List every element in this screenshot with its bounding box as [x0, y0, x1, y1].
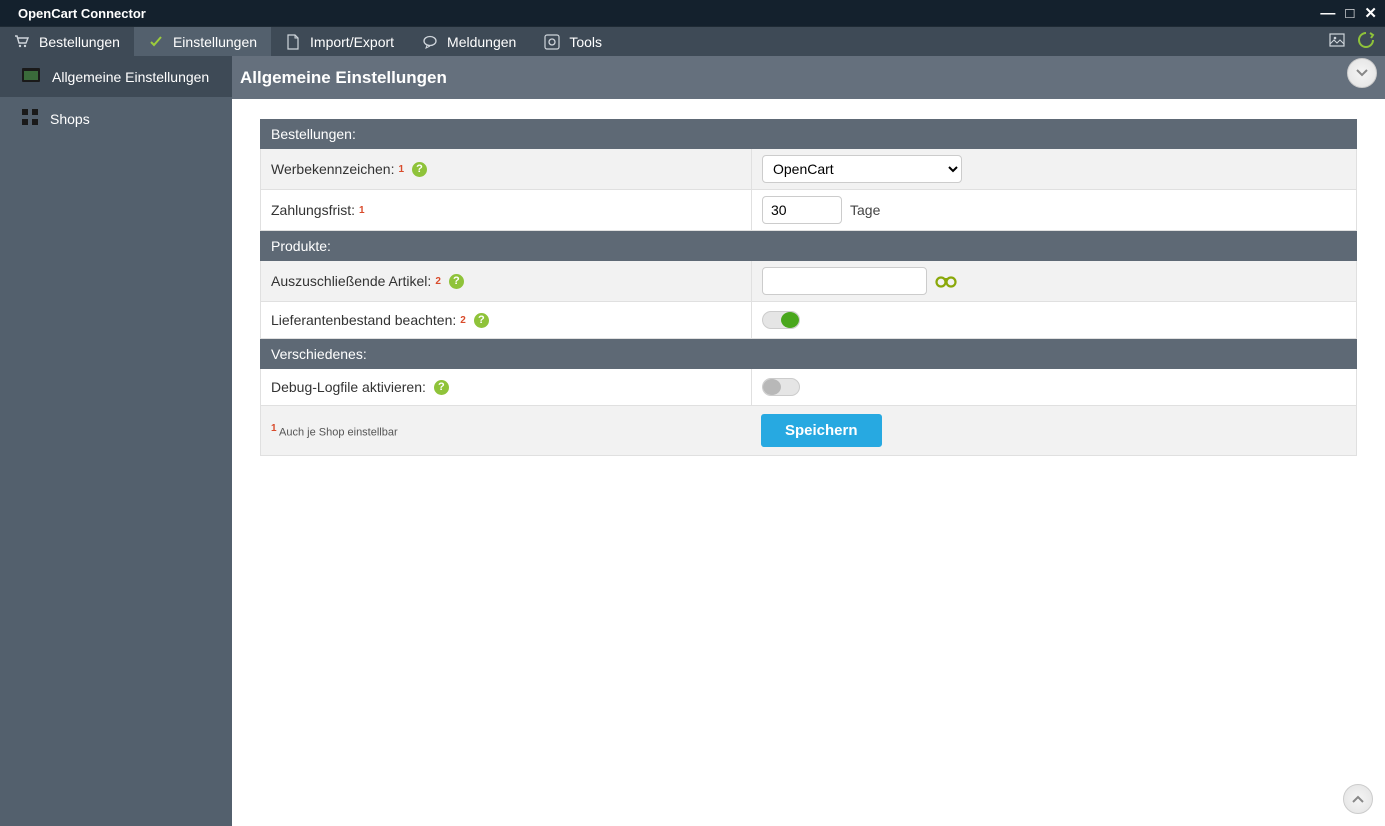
menu-label: Tools — [569, 34, 602, 50]
save-button[interactable]: Speichern — [761, 414, 882, 447]
collapse-button[interactable] — [1347, 58, 1377, 88]
paymentdue-input[interactable] — [762, 196, 842, 224]
footer-row: 1 Auch je Shop einstellbar Speichern — [260, 406, 1357, 456]
section-products-heading: Produkte: — [260, 231, 1357, 261]
menu-label: Bestellungen — [39, 34, 120, 50]
label-paymentdue: Zahlungsfrist:1 — [261, 190, 751, 230]
help-icon[interactable]: ? — [434, 380, 449, 395]
exclude-input[interactable] — [762, 267, 927, 295]
sidebar-item-general[interactable]: Allgemeine Einstellungen — [0, 56, 232, 97]
footnote-text: 1 Auch je Shop einstellbar — [271, 423, 761, 439]
sidebar: Allgemeine Einstellungen Shops — [0, 56, 232, 826]
chat-icon — [422, 34, 438, 50]
label-adcode: Werbekennzeichen: 1 ? — [261, 149, 751, 189]
debug-toggle[interactable] — [762, 378, 800, 396]
help-icon[interactable]: ? — [474, 313, 489, 328]
menu-label: Meldungen — [447, 34, 516, 50]
window-controls: — □ ✕ — [1320, 4, 1377, 22]
cart-icon — [14, 34, 30, 50]
maximize-icon[interactable]: □ — [1345, 5, 1354, 22]
section-orders-heading: Bestellungen: — [260, 119, 1357, 149]
footnote-1: 1 — [398, 164, 404, 175]
menu-importexport[interactable]: Import/Export — [271, 27, 408, 56]
menu-messages[interactable]: Meldungen — [408, 27, 530, 56]
window-title: OpenCart Connector — [18, 6, 146, 21]
close-icon[interactable]: ✕ — [1364, 4, 1377, 22]
binoculars-icon[interactable] — [935, 274, 957, 288]
sidebar-item-label: Allgemeine Einstellungen — [52, 69, 209, 85]
grid-icon — [22, 109, 38, 128]
footnote-1: 1 — [359, 205, 365, 216]
refresh-icon[interactable] — [1357, 31, 1375, 52]
supplierstock-toggle[interactable] — [762, 311, 800, 329]
menu-label: Import/Export — [310, 34, 394, 50]
titlebar: OpenCart Connector — □ ✕ — [0, 0, 1385, 26]
menu-label: Einstellungen — [173, 34, 257, 50]
minimize-icon[interactable]: — — [1320, 5, 1335, 22]
scroll-top-button[interactable] — [1343, 784, 1373, 814]
check-icon — [148, 34, 164, 50]
gear-icon — [544, 34, 560, 50]
window-icon — [22, 68, 40, 85]
footnote-2: 2 — [460, 315, 466, 326]
label-exclude: Auszuschließende Artikel: 2 ? — [261, 261, 751, 301]
adcode-select[interactable]: OpenCart — [762, 155, 962, 183]
section-misc-heading: Verschiedenes: — [260, 339, 1357, 369]
menu-orders[interactable]: Bestellungen — [0, 27, 134, 56]
help-icon[interactable]: ? — [412, 162, 427, 177]
content-area: Allgemeine Einstellungen Bestellungen: W… — [232, 56, 1385, 826]
page-title: Allgemeine Einstellungen — [240, 68, 447, 88]
footnote-2: 2 — [435, 276, 441, 287]
sidebar-item-shops[interactable]: Shops — [0, 97, 232, 140]
file-icon — [285, 34, 301, 50]
menu-settings[interactable]: Einstellungen — [134, 27, 271, 56]
menubar: Bestellungen Einstellungen Import/Export… — [0, 26, 1385, 56]
menu-tools[interactable]: Tools — [530, 27, 616, 56]
sidebar-item-label: Shops — [50, 111, 90, 127]
paymentdue-unit: Tage — [850, 202, 880, 218]
page-header: Allgemeine Einstellungen — [232, 56, 1385, 99]
label-debug: Debug-Logfile aktivieren: ? — [261, 369, 751, 405]
picture-icon[interactable] — [1329, 32, 1345, 51]
label-supplierstock: Lieferantenbestand beachten: 2 ? — [261, 302, 751, 338]
help-icon[interactable]: ? — [449, 274, 464, 289]
